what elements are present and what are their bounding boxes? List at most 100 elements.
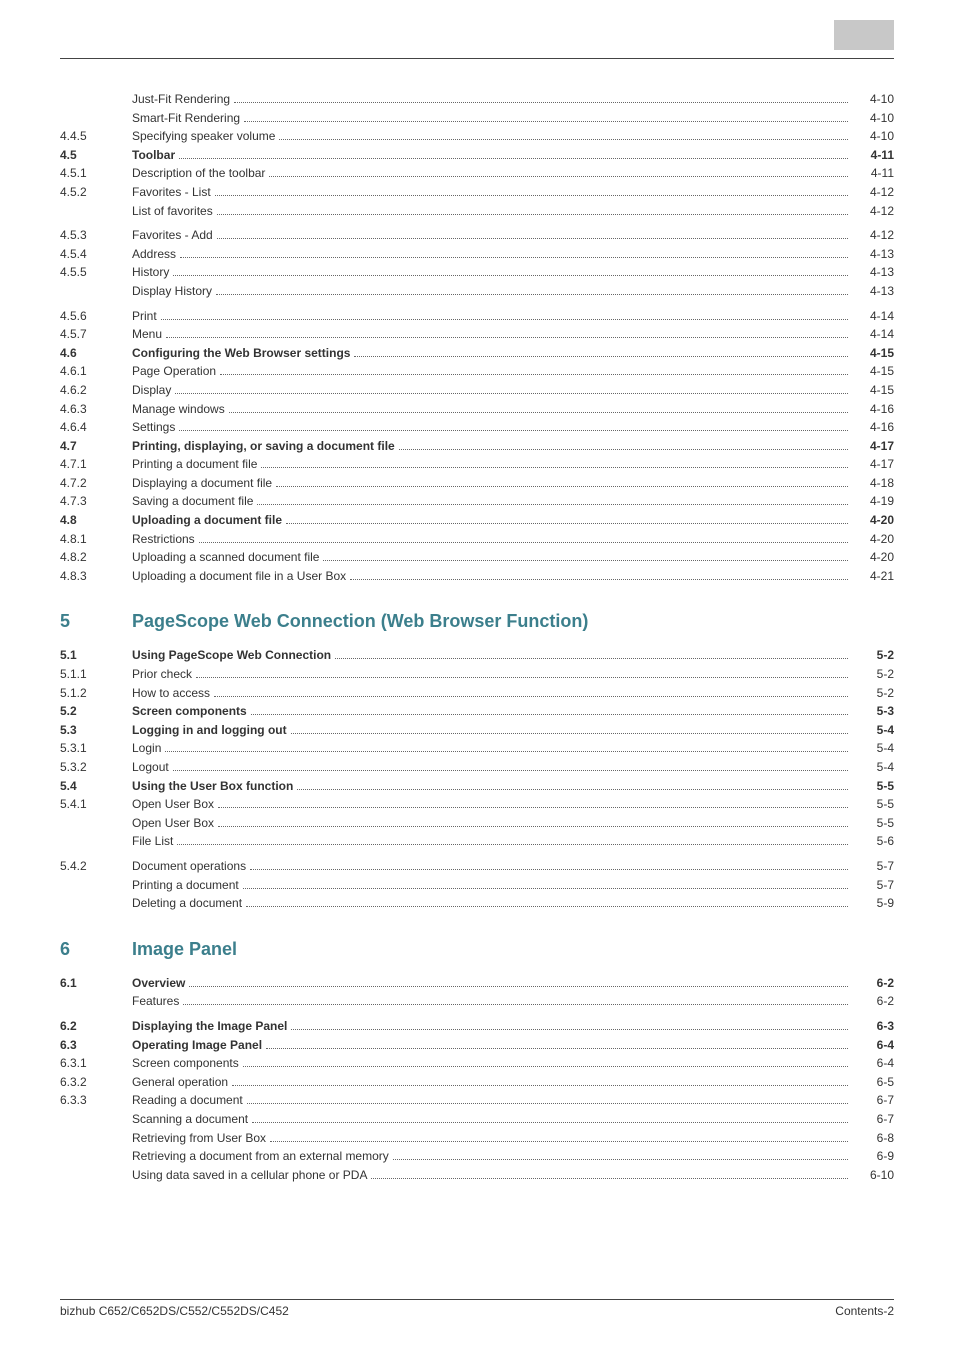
toc-title: Uploading a document file	[132, 511, 282, 530]
toc-leader	[247, 1103, 848, 1104]
toc-leader	[246, 906, 848, 907]
toc-row: 4.6.2Display4-15	[60, 381, 894, 400]
toc-number: 6.2	[60, 1017, 132, 1036]
toc-leader	[199, 542, 848, 543]
toc-page: 4-18	[852, 474, 894, 493]
toc-row: 4.8Uploading a document file4-20	[60, 511, 894, 530]
toc-desc: Specifying speaker volume	[132, 127, 852, 146]
toc-desc: Using the User Box function	[132, 777, 852, 796]
toc-row: Features6-2	[60, 992, 894, 1011]
toc-desc: Uploading a document file in a User Box	[132, 567, 852, 586]
toc-title: Uploading a document file in a User Box	[132, 567, 346, 586]
toc-leader	[250, 869, 848, 870]
toc-leader	[286, 523, 848, 524]
toc-number: 4.6	[60, 344, 132, 363]
toc-desc: Settings	[132, 418, 852, 437]
toc-leader	[173, 770, 848, 771]
toc-row: 4.4.5Specifying speaker volume4-10	[60, 127, 894, 146]
toc-title: Address	[132, 245, 176, 264]
toc-leader	[180, 257, 848, 258]
toc-page: 5-9	[852, 894, 894, 913]
toc-number: 4.7.2	[60, 474, 132, 493]
toc-desc: Configuring the Web Browser settings	[132, 344, 852, 363]
toc-desc: Favorites - List	[132, 183, 852, 202]
toc-page: 6-7	[852, 1110, 894, 1129]
footer-right: Contents-2	[835, 1304, 894, 1318]
toc-title: Printing, displaying, or saving a docume…	[132, 437, 395, 456]
toc-page: 6-8	[852, 1129, 894, 1148]
toc-row: 4.7.3Saving a document file4-19	[60, 492, 894, 511]
toc-number: 5.4.1	[60, 795, 132, 814]
toc-row: 4.8.2Uploading a scanned document file4-…	[60, 548, 894, 567]
toc-title: Scanning a document	[132, 1110, 248, 1129]
toc-row: 4.5.7Menu4-14	[60, 325, 894, 344]
toc-title: History	[132, 263, 169, 282]
toc-leader	[161, 319, 848, 320]
toc-desc: Printing, displaying, or saving a docume…	[132, 437, 852, 456]
toc-title: Displaying a document file	[132, 474, 272, 493]
toc-leader	[243, 1066, 848, 1067]
toc-page: 4-10	[852, 90, 894, 109]
toc-leader	[261, 467, 848, 468]
toc-number: 5.3.2	[60, 758, 132, 777]
toc-number: 4.5.6	[60, 307, 132, 326]
toc-title: Screen components	[132, 1054, 239, 1073]
toc-leader	[354, 356, 848, 357]
toc-number: 4.7	[60, 437, 132, 456]
toc-title: Display History	[132, 282, 212, 301]
toc-page: 4-14	[852, 325, 894, 344]
toc-row: Open User Box5-5	[60, 814, 894, 833]
table-of-contents: Just-Fit Rendering4-10Smart-Fit Renderin…	[60, 90, 894, 1184]
toc-title: Specifying speaker volume	[132, 127, 275, 146]
toc-page: 5-2	[852, 665, 894, 684]
toc-number: 4.5.4	[60, 245, 132, 264]
toc-number: 5.1.1	[60, 665, 132, 684]
toc-row: Using data saved in a cellular phone or …	[60, 1166, 894, 1185]
toc-page: 6-9	[852, 1147, 894, 1166]
toc-number	[60, 109, 132, 128]
toc-row: 4.8.3Uploading a document file in a User…	[60, 567, 894, 586]
toc-title: Favorites - List	[132, 183, 211, 202]
footer: bizhub C652/C652DS/C552/C552DS/C452 Cont…	[60, 1299, 894, 1318]
toc-number: 5.2	[60, 702, 132, 721]
toc-desc: Login	[132, 739, 852, 758]
toc-title: Configuring the Web Browser settings	[132, 344, 350, 363]
toc-desc: Overview	[132, 974, 852, 993]
toc-title: Description of the toolbar	[132, 164, 265, 183]
toc-title: Overview	[132, 974, 185, 993]
toc-row: Just-Fit Rendering4-10	[60, 90, 894, 109]
toc-title: Display	[132, 381, 171, 400]
toc-title: Using the User Box function	[132, 777, 293, 796]
toc-desc: How to access	[132, 684, 852, 703]
toc-title: Open User Box	[132, 795, 214, 814]
toc-title: Reading a document	[132, 1091, 243, 1110]
toc-leader	[217, 238, 848, 239]
toc-leader	[252, 1122, 848, 1123]
toc-desc: Scanning a document	[132, 1110, 852, 1129]
toc-title: Printing a document file	[132, 455, 257, 474]
toc-page: 6-2	[852, 974, 894, 993]
toc-row: Smart-Fit Rendering4-10	[60, 109, 894, 128]
chapter-heading: 6Image Panel	[60, 939, 894, 960]
toc-row: 6.3Operating Image Panel6-4	[60, 1036, 894, 1055]
toc-leader	[196, 677, 848, 678]
toc-number: 4.5.7	[60, 325, 132, 344]
toc-leader	[214, 696, 848, 697]
toc-number: 4.8.1	[60, 530, 132, 549]
toc-number: 4.8.3	[60, 567, 132, 586]
toc-row: 5.4.2Document operations5-7	[60, 857, 894, 876]
toc-page: 4-20	[852, 511, 894, 530]
toc-number: 6.1	[60, 974, 132, 993]
toc-title: Operating Image Panel	[132, 1036, 262, 1055]
toc-row: List of favorites4-12	[60, 202, 894, 221]
toc-title: Favorites - Add	[132, 226, 213, 245]
page-corner-mark	[834, 20, 894, 50]
toc-row: 4.7Printing, displaying, or saving a doc…	[60, 437, 894, 456]
toc-desc: Print	[132, 307, 852, 326]
toc-page: 6-5	[852, 1073, 894, 1092]
toc-leader	[350, 579, 848, 580]
toc-title: Prior check	[132, 665, 192, 684]
toc-number: 4.7.1	[60, 455, 132, 474]
toc-desc: Open User Box	[132, 814, 852, 833]
toc-desc: Smart-Fit Rendering	[132, 109, 852, 128]
